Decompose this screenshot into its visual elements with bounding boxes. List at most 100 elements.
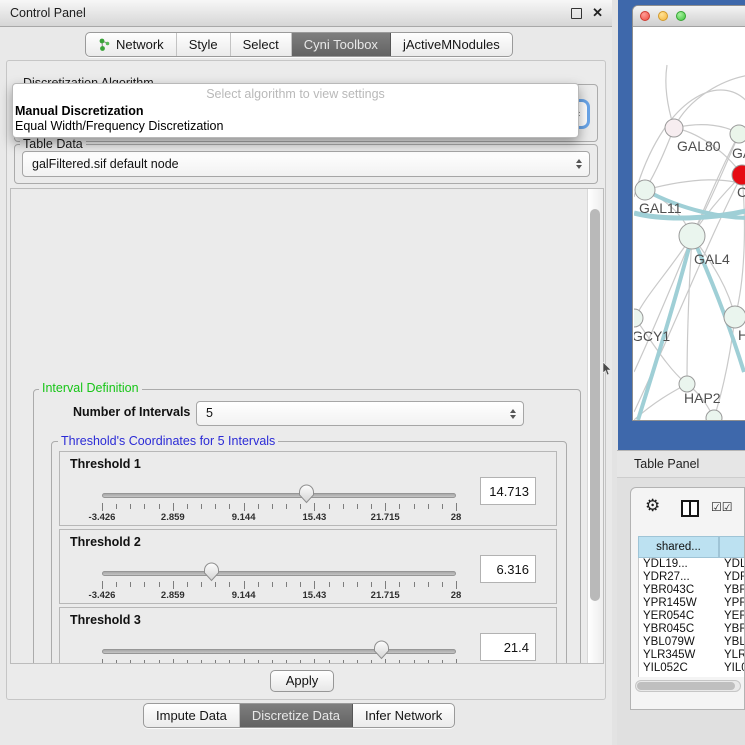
dropdown-option-equal-width-frequency[interactable]: Equal Width/Frequency Discretization [15,119,223,133]
tick-mark [215,582,216,587]
tick-label: 15.43 [303,512,327,523]
table-row[interactable]: YBR043CYBR0 [639,584,745,597]
network-node-gal11[interactable] [635,180,655,200]
horizontal-scrollbar-thumb[interactable] [637,682,735,690]
table-row[interactable]: YDL19...YDL1 [639,558,745,571]
tab-cyni-toolbox[interactable]: Cyni Toolbox [292,33,391,56]
tick-mark [144,660,145,664]
tab-label: Discretize Data [252,708,340,723]
table-row[interactable]: YLR345W YLR3 [639,649,745,662]
network-node-ga[interactable] [730,125,745,143]
table-row[interactable]: YDR27...YDR2 [639,571,745,584]
slider-track[interactable] [102,493,456,498]
vertical-scrollbar-thumb[interactable] [590,209,600,601]
tick-mark [272,660,273,664]
threshold-value-field[interactable]: 21.4 [480,633,536,661]
column-header-name[interactable]: na [719,536,745,558]
slider-thumb[interactable] [203,562,220,582]
tick-mark [130,660,131,664]
close-traffic-light-icon[interactable] [640,11,650,21]
cell-name: YDL1 [724,558,745,570]
vertical-scrollbar[interactable] [587,189,603,663]
threshold-sliders-container: Threshold 1-3.4262.8599.14415.4321.71528… [59,451,557,664]
threshold-value-field[interactable]: 14.713 [480,477,536,505]
tick-label: 9.144 [232,590,256,601]
cell-name: YER0 [724,610,745,622]
tick-mark [215,660,216,664]
close-icon[interactable]: ✕ [592,5,603,21]
gear-icon[interactable]: ⚙ [645,496,660,516]
tick-mark [201,582,202,587]
tick-label: 21.715 [371,590,400,601]
threshold-value-field[interactable]: 6.316 [480,555,536,583]
network-node-gal80[interactable] [665,119,683,137]
horizontal-scrollbar[interactable] [635,680,741,692]
column-checkboxes-icon[interactable]: ☑☑ [711,500,733,514]
cell-name: YBL0 [724,636,745,648]
tab-impute-data[interactable]: Impute Data [144,704,240,727]
tab-label: Infer Network [365,708,442,723]
tick-mark [300,660,301,664]
tick-mark [456,503,457,511]
tick-mark [329,504,330,509]
float-window-icon[interactable] [571,8,582,19]
network-node-gcy1[interactable] [634,309,643,327]
tick-mark [159,582,160,587]
network-edge[interactable] [674,75,745,128]
tab-infer-network[interactable]: Infer Network [353,704,454,727]
table-row[interactable]: YIL052CYIL0 [639,662,745,675]
tick-mark [173,503,174,511]
tab-discretize-data[interactable]: Discretize Data [240,704,353,727]
table-data-combobox[interactable]: galFiltered.sif default node [22,151,590,177]
tick-mark [173,581,174,589]
tab-label: jActiveMNodules [403,37,500,52]
slider-thumb[interactable] [373,640,390,660]
tab-style[interactable]: Style [177,33,231,56]
zoom-traffic-light-icon[interactable] [676,11,686,21]
network-canvas[interactable]: GAL80GACGAL11GAL4GCY1HHAP2 [634,27,745,420]
table-row[interactable]: YBR045CYBR0 [639,623,745,636]
minimize-traffic-light-icon[interactable] [658,11,668,21]
network-node-h[interactable] [724,306,745,328]
table-row[interactable]: YBL079WYBL0 [639,636,745,649]
tick-mark [414,504,415,509]
slider-ticks [102,581,456,590]
network-edge[interactable] [645,180,745,190]
apply-button[interactable]: Apply [270,670,334,692]
slider-track[interactable] [102,649,456,654]
network-node[interactable] [706,410,722,420]
node-label: HAP2 [684,390,721,406]
cell-name: YLR3 [724,649,745,661]
tick-mark [414,582,415,587]
split-panel-icon[interactable] [681,500,699,517]
table-row[interactable]: YPR145WYPR1 [639,597,745,610]
tick-mark [314,503,315,511]
tick-mark [371,660,372,664]
tick-mark [258,582,259,587]
slider-track[interactable] [102,571,456,576]
tick-mark [343,504,344,509]
number-of-intervals-combobox[interactable]: 5 [196,401,524,426]
tick-mark [357,660,358,664]
tick-mark [201,660,202,664]
dropdown-hint-item[interactable]: Select algorithm to view settings [13,87,578,101]
network-edge[interactable] [674,125,739,134]
cell-shared-name: YLR345W [643,649,719,661]
tab-network[interactable]: Network [86,33,177,56]
table-row[interactable]: YER054CYER0 [639,610,745,623]
tick-mark [272,504,273,509]
tab-jactivemnodules[interactable]: jActiveMNodules [391,33,512,56]
slider-thumb[interactable] [298,484,315,504]
network-node-gal4[interactable] [679,223,705,249]
threshold-label: Threshold 3 [70,613,141,627]
tab-select[interactable]: Select [231,33,292,56]
thresholds-coordinates-title: Threshold's Coordinates for 5 Intervals [58,435,278,448]
control-panel-titlebar: Control Panel ✕ [0,0,612,27]
tick-mark [286,504,287,509]
cell-shared-name: YIL052C [643,662,719,674]
dropdown-option-manual-discretization[interactable]: Manual Discretization [15,104,144,118]
tick-mark [442,582,443,587]
column-header-shared-name[interactable]: shared... [638,536,719,558]
tick-mark [343,660,344,664]
network-view-window: GAL80GACGAL11GAL4GCY1HHAP2 [632,5,745,421]
